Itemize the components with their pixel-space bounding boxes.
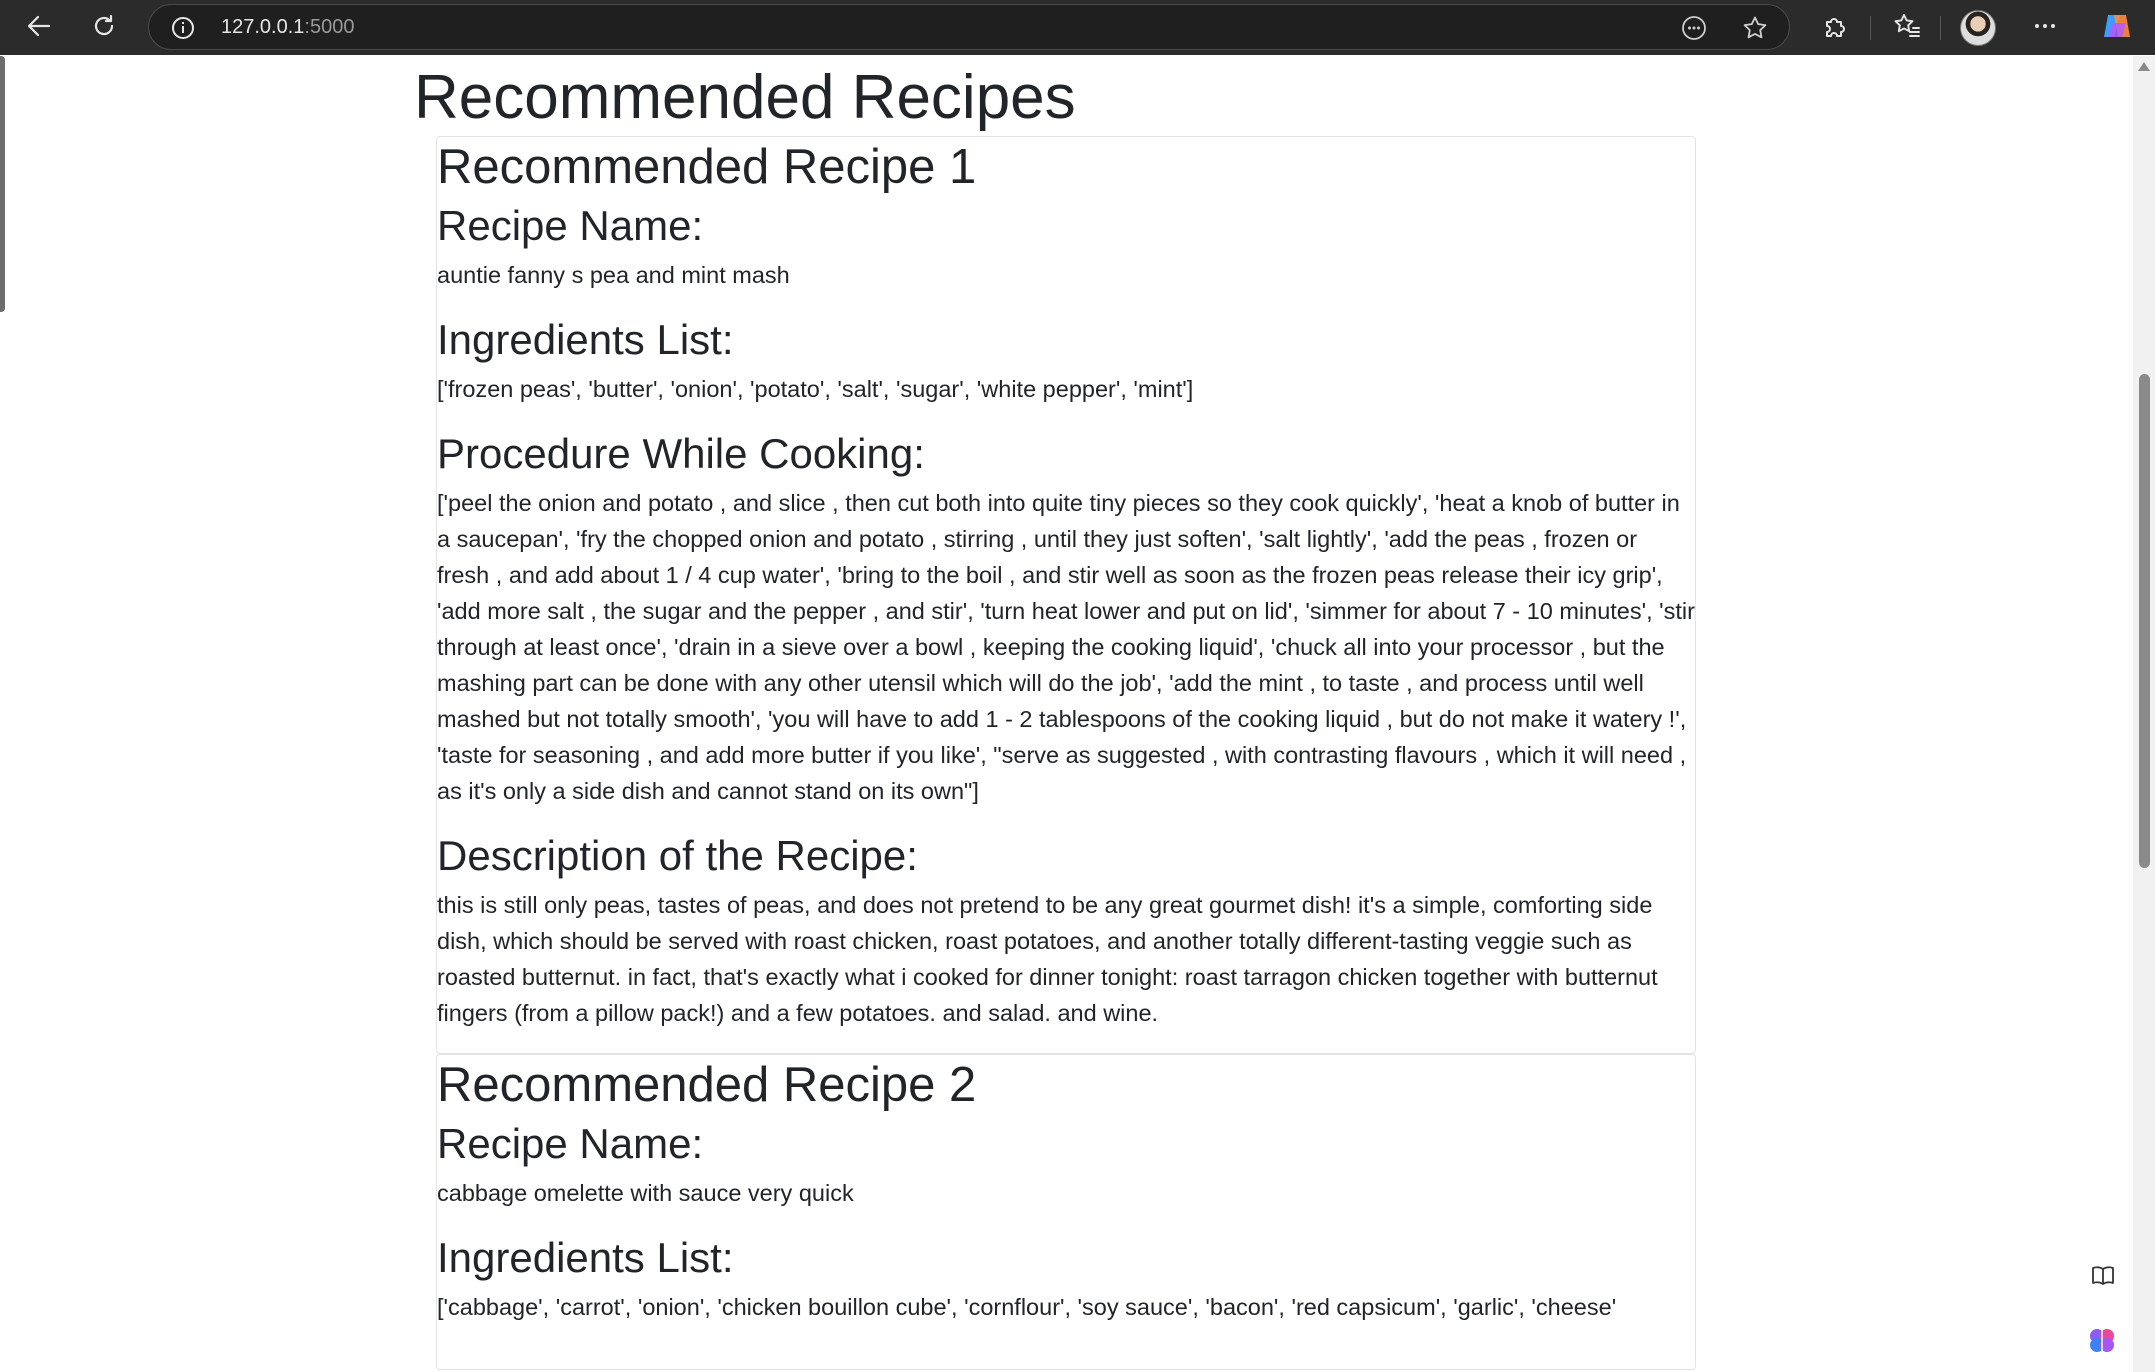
profile-avatar[interactable]	[1960, 10, 1996, 46]
procedure-text: ['peel the onion and potato , and slice …	[437, 490, 1695, 804]
recipe-heading: Recommended Recipe 2	[437, 1058, 977, 1112]
ingredients-list: ['frozen peas', 'butter', 'onion', 'pota…	[437, 376, 1194, 402]
favorite-star-icon[interactable]	[1741, 14, 1769, 42]
reader-icon[interactable]	[1680, 14, 1708, 42]
extensions-icon	[1821, 12, 1849, 44]
ingredients-list: ['cabbage', 'carrot', 'onion', 'chicken …	[437, 1294, 1617, 1320]
page-viewport: Recommended Recipes Recommended Recipe 1…	[0, 56, 2133, 1372]
more-icon	[2031, 12, 2059, 44]
back-icon	[25, 12, 53, 44]
url-text[interactable]: 127.0.0.1:5000	[221, 16, 354, 39]
url-host: 127.0.0.1	[221, 16, 305, 38]
copilot-icon	[2100, 9, 2134, 47]
procedure-label: Procedure While Cooking:	[437, 430, 925, 477]
brain-icon	[2086, 1324, 2118, 1360]
copilot-button[interactable]	[2097, 8, 2137, 48]
main-container: Recommended Recipes Recommended Recipe 1…	[414, 56, 1696, 1370]
description-label: Description of the Recipe:	[437, 832, 918, 879]
recipe-heading: Recommended Recipe 1	[437, 140, 977, 194]
url-port: :5000	[304, 16, 355, 38]
extensions-button[interactable]	[1815, 8, 1855, 48]
page-title: Recommended Recipes	[414, 63, 1076, 132]
back-button[interactable]	[19, 8, 59, 48]
book-icon	[2090, 1263, 2116, 1293]
recipe-card: Recommended Recipe 1 Recipe Name: auntie…	[436, 136, 1696, 1054]
scrollbar-thumb[interactable]	[2139, 374, 2150, 868]
ingredients-label: Ingredients List:	[437, 316, 734, 363]
browser-toolbar: 127.0.0.1:5000	[0, 0, 2155, 55]
recipe-name-label: Recipe Name:	[437, 202, 704, 249]
favorites-icon	[1893, 12, 1921, 44]
side-panel-handle[interactable]	[0, 56, 5, 312]
recipe-name: cabbage omelette with sauce very quick	[437, 1180, 854, 1206]
recipe-card: Recommended Recipe 2 Recipe Name: cabbag…	[436, 1054, 1696, 1370]
address-bar[interactable]: 127.0.0.1:5000	[148, 4, 1790, 50]
recipe-name: auntie fanny s pea and mint mash	[437, 262, 790, 288]
more-button[interactable]	[2025, 8, 2065, 48]
refresh-button[interactable]	[84, 8, 124, 48]
scroll-up-arrow[interactable]	[2138, 62, 2150, 71]
toolbar-divider	[1870, 16, 1871, 40]
refresh-icon	[90, 12, 118, 44]
immersive-reader-button[interactable]	[2083, 1258, 2123, 1298]
favorites-button[interactable]	[1887, 8, 1927, 48]
page-scrollbar[interactable]	[2133, 56, 2155, 1372]
copilot-sidebar-button[interactable]	[2082, 1322, 2122, 1362]
toolbar-divider	[1940, 16, 1941, 40]
recipe-name-label: Recipe Name:	[437, 1120, 704, 1167]
description-text: this is still only peas, tastes of peas,…	[437, 892, 1658, 1026]
site-info-icon[interactable]	[171, 16, 195, 44]
ingredients-label: Ingredients List:	[437, 1234, 734, 1281]
